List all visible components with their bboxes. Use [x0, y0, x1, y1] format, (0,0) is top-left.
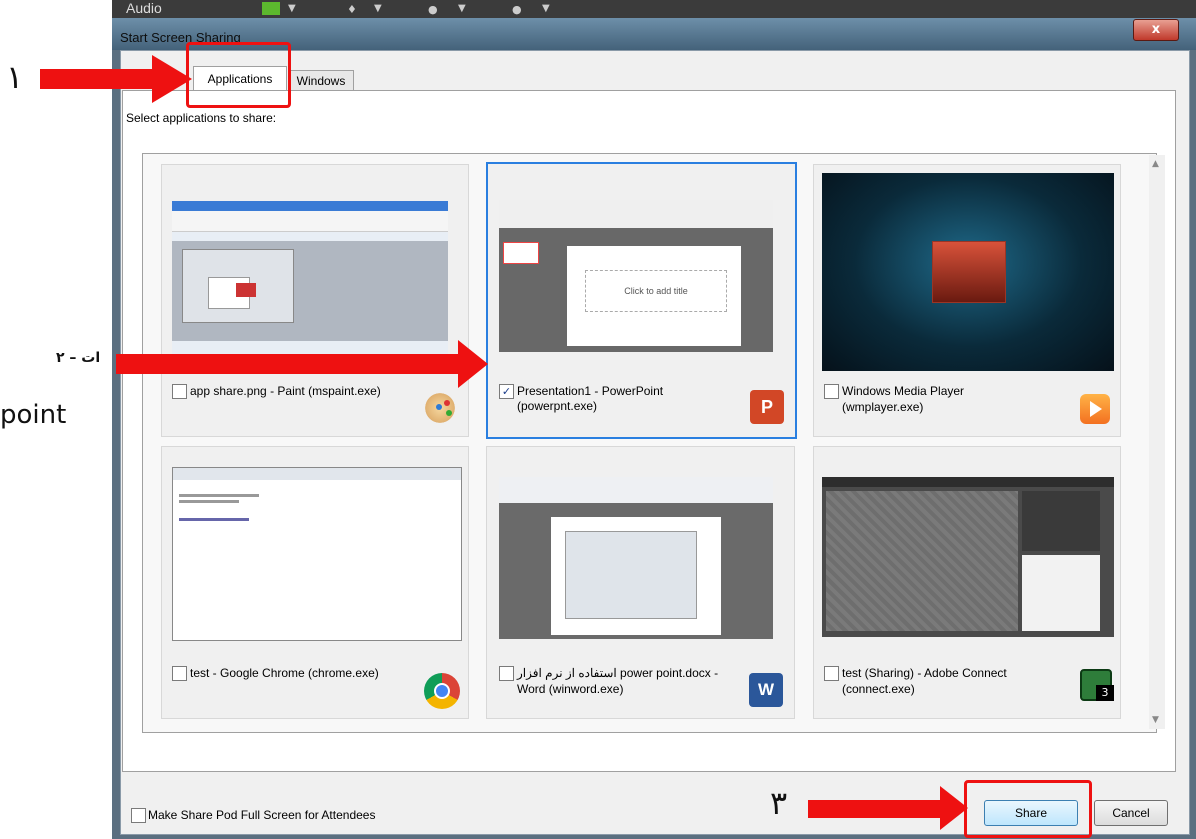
app-checkbox[interactable]	[499, 666, 514, 681]
app-label: استفاده از نرم افزار power point.docx -	[517, 666, 719, 680]
app-label: test (Sharing) - Adobe Connect	[842, 666, 1007, 680]
app-checkbox[interactable]	[172, 384, 187, 399]
scrollbar[interactable]: ▲ ▼	[1149, 155, 1165, 729]
app-thumbnail: Click to add title	[499, 200, 773, 352]
app-label-exe: (wmplayer.exe)	[842, 400, 924, 414]
tab-windows[interactable]: Windows	[288, 70, 354, 92]
step-3-arrow	[808, 800, 942, 818]
app-label: Windows Media Player	[842, 384, 965, 398]
app-checkbox[interactable]	[824, 384, 839, 399]
cancel-button[interactable]: Cancel	[1094, 800, 1168, 826]
app-card-adobe-connect[interactable]: test (Sharing) - Adobe Connect (connect.…	[813, 446, 1121, 719]
app-thumbnail	[822, 477, 1114, 637]
fullscreen-checkbox[interactable]	[131, 808, 146, 823]
scroll-down-icon[interactable]: ▼	[1152, 715, 1159, 725]
camera-icon[interactable]: ●	[428, 3, 438, 16]
step-3-label: ۳	[770, 784, 788, 822]
fullscreen-label: Make Share Pod Full Screen for Attendees	[148, 808, 376, 822]
user-icon[interactable]: ●	[512, 3, 522, 16]
app-card-media-player[interactable]: Windows Media Player (wmplayer.exe)	[813, 164, 1121, 437]
audio-toolbar: Audio ▼ ♦ ▼ ● ▼ ● ▼	[112, 0, 1196, 18]
close-button[interactable]: x	[1133, 19, 1179, 41]
app-thumbnail	[172, 201, 448, 371]
notification-badge: 3	[1096, 685, 1114, 701]
highlight-share-button	[964, 780, 1092, 838]
app-thumbnail	[822, 173, 1114, 371]
chrome-icon	[424, 673, 460, 709]
app-label: test - Google Chrome (chrome.exe)	[190, 666, 379, 680]
media-player-icon	[1080, 394, 1110, 424]
instruction-text: Select applications to share:	[126, 111, 277, 125]
step-2-arrow	[116, 354, 460, 374]
app-label: Presentation1 - PowerPoint	[517, 384, 664, 398]
speaker-icon[interactable]	[262, 2, 280, 15]
chevron-down-icon[interactable]: ▼	[458, 3, 466, 14]
app-card-powerpoint[interactable]: Click to add title ✓ Presentation1 - Pow…	[486, 162, 797, 439]
app-card-word[interactable]: استفاده از نرم افزار power point.docx - …	[486, 446, 795, 719]
chevron-down-icon[interactable]: ▼	[288, 3, 296, 14]
highlight-applications-tab	[186, 42, 291, 108]
audio-label: Audio	[126, 0, 162, 16]
powerpoint-icon: P	[750, 390, 784, 424]
chevron-down-icon[interactable]: ▼	[542, 3, 550, 14]
app-thumbnail	[172, 467, 462, 641]
chevron-down-icon[interactable]: ▼	[374, 3, 382, 14]
app-label: app share.png - Paint (mspaint.exe)	[190, 384, 381, 398]
app-checkbox[interactable]	[824, 666, 839, 681]
word-icon: W	[749, 673, 783, 707]
app-label-exe: Word (winword.exe)	[517, 682, 624, 696]
paint-icon	[424, 390, 464, 430]
app-label-exe: (connect.exe)	[842, 682, 915, 696]
step-2-label: ۲ – ات	[56, 350, 101, 366]
thumbnail-placeholder: Click to add title	[585, 270, 727, 312]
adobe-connect-icon: 3	[1080, 669, 1114, 701]
step-1-label: ۱	[6, 58, 24, 96]
app-card-chrome[interactable]: test - Google Chrome (chrome.exe)	[161, 446, 469, 719]
app-card-paint[interactable]: app share.png - Paint (mspaint.exe)	[161, 164, 469, 437]
scroll-up-icon[interactable]: ▲	[1152, 159, 1159, 169]
app-checkbox[interactable]	[172, 666, 187, 681]
app-label-exe: (powerpnt.exe)	[517, 399, 598, 413]
app-checkbox-checked[interactable]: ✓	[499, 384, 514, 399]
app-thumbnail	[499, 477, 773, 639]
microphone-icon[interactable]: ♦	[347, 3, 357, 16]
step-1-arrow	[40, 69, 152, 89]
step-2-sub-label: point	[0, 400, 67, 430]
step-2-arrow-head	[458, 340, 488, 388]
